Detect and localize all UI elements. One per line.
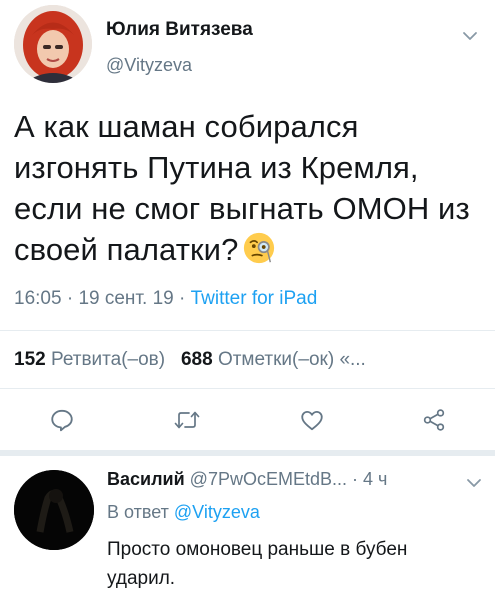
reply-button[interactable] <box>47 405 77 435</box>
tweet-date: 19 сент. 19 <box>78 288 174 309</box>
stats-overflow[interactable]: «... <box>339 349 365 370</box>
likes-label[interactable]: Отметки(–ок) <box>218 349 334 370</box>
heart-icon <box>301 410 323 431</box>
reply-to-mention[interactable]: @Vityzeva <box>174 502 260 522</box>
divider <box>0 388 495 389</box>
reply-author-handle[interactable]: @7PwOcEMEtdB... <box>190 469 347 489</box>
share-icon <box>423 409 445 431</box>
tweet-meta: 16:05 · 19 сент. 19 · Twitter for iPad <box>14 288 317 310</box>
tweet-stats: 152 Ретвита(–ов) 688 Отметки(–ок) «... <box>14 349 366 371</box>
meta-separator: · <box>66 288 79 309</box>
like-button[interactable] <box>297 405 327 435</box>
tweet-source-link[interactable]: Twitter for iPad <box>191 288 318 309</box>
meta-separator: · <box>178 288 191 309</box>
tweet-time: 16:05 <box>14 288 62 309</box>
author-avatar[interactable] <box>14 5 92 83</box>
chevron-down-icon[interactable] <box>462 28 478 44</box>
divider <box>0 330 495 331</box>
author-handle[interactable]: @Vityzeva <box>106 55 192 76</box>
reply-text: Просто омоновец раньше в бубен ударил. <box>107 539 408 589</box>
reply-context: В ответ @Vityzeva <box>107 502 260 523</box>
comment-icon <box>51 409 73 432</box>
likes-count[interactable]: 688 <box>181 349 213 370</box>
section-separator <box>0 450 495 456</box>
reply-age: · 4 ч <box>352 469 388 489</box>
chevron-down-icon[interactable] <box>466 475 482 491</box>
retweets-label[interactable]: Ретвита(–ов) <box>51 349 165 370</box>
retweets-count[interactable]: 152 <box>14 349 46 370</box>
reply-author-name[interactable]: Василий <box>107 469 185 489</box>
tweet-text: А как шаман собирался изгонять Путина из… <box>14 106 484 270</box>
reply-to-prefix: В ответ <box>107 502 169 522</box>
author-name[interactable]: Юлия Витязева <box>106 19 253 41</box>
reply-author-avatar[interactable] <box>14 470 94 550</box>
reply-header: Василий @7PwOcEMEtdB... · 4 ч <box>107 469 387 490</box>
face-with-monocle-icon <box>244 232 275 264</box>
retweet-icon <box>174 411 200 429</box>
retweet-button[interactable] <box>172 405 202 435</box>
share-button[interactable] <box>419 405 449 435</box>
